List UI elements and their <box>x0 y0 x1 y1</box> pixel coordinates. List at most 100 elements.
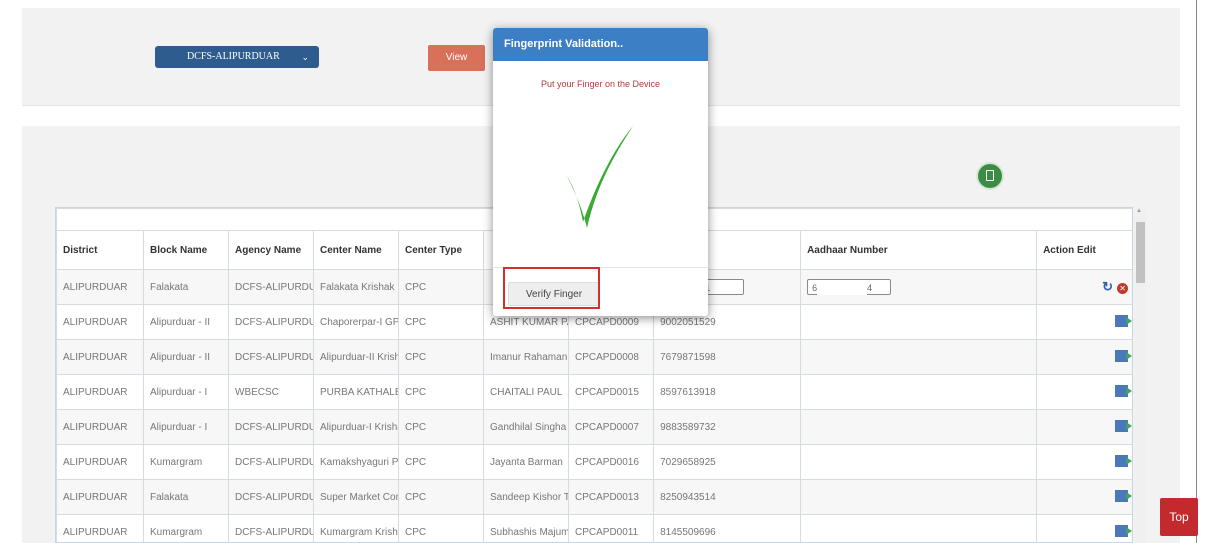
cell-mobile: 7029658925 <box>653 444 802 480</box>
table-row: ALIPURDUAR Kumargram DCFS-ALIPURDUAF Kam… <box>56 444 1132 480</box>
cell-code: CPCAPD0015 <box>567 374 655 410</box>
aadhaar-suffix: 4 <box>867 283 873 293</box>
cell-aadhaar <box>800 409 1038 445</box>
view-button[interactable]: View <box>428 45 485 71</box>
checkmark-icon <box>567 126 633 228</box>
cell-action <box>1036 479 1132 515</box>
top-strip <box>0 0 1196 8</box>
cell-block: Kumargram <box>143 444 229 480</box>
cell-action <box>1036 409 1132 445</box>
cell-mobile: 9883589732 <box>653 409 802 445</box>
refresh-icon[interactable]: ↻ <box>1102 279 1113 294</box>
cell-district: ALIPURDUAR <box>56 269 144 305</box>
table-row: ALIPURDUAR Alipurduar - II DCFS-ALIPURDU… <box>56 339 1132 375</box>
cell-action: ↻ ✕ <box>1036 269 1132 305</box>
cell-center: Super Market Compl <box>313 479 399 515</box>
cell-block: Falakata <box>143 479 229 515</box>
agency-select[interactable]: DCFS-ALIPURDUAR ⌄ <box>155 46 319 68</box>
cell-type: CPC <box>398 374 484 410</box>
col-agency-name: Agency Name <box>228 230 314 270</box>
cell-mobile: 8250943514 <box>653 479 802 515</box>
edit-icon[interactable] <box>1115 524 1132 537</box>
cell-mobile: 7679871598 <box>653 339 802 375</box>
table-row: ALIPURDUAR Alipurduar - I WBECSC PURBA K… <box>56 374 1132 410</box>
cell-type: CPC <box>398 269 484 305</box>
cell-type: CPC <box>398 444 484 480</box>
cell-agency: DCFS-ALIPURDUAF <box>228 514 314 542</box>
scrollbar-thumb[interactable] <box>1136 222 1145 283</box>
cell-code: CPCAPD0011 <box>567 514 655 542</box>
col-block-name: Block Name <box>143 230 229 270</box>
cell-district: ALIPURDUAR <box>56 444 144 480</box>
back-to-top-button[interactable]: Top <box>1160 498 1198 536</box>
cell-district: ALIPURDUAR <box>56 374 144 410</box>
cell-center: Chaporerpar-I GP Of <box>313 304 399 340</box>
cell-agency: WBECSC <box>228 374 314 410</box>
cell-center: Kumargram Krishak <box>313 514 399 542</box>
edit-icon[interactable] <box>1115 489 1132 502</box>
aadhaar-input[interactable]: 64 <box>807 279 892 295</box>
cell-action <box>1036 339 1132 375</box>
edit-icon[interactable] <box>1115 349 1132 362</box>
cell-operator: Imanur Rahaman <box>483 339 569 375</box>
chevron-down-icon: ⌄ <box>301 52 309 62</box>
cell-block: Alipurduar - I <box>143 374 229 410</box>
cell-aadhaar <box>800 444 1038 480</box>
table-row: ALIPURDUAR Falakata DCFS-ALIPURDUAF Supe… <box>56 479 1132 515</box>
cell-district: ALIPURDUAR <box>56 304 144 340</box>
cell-operator: Jayanta Barman <box>483 444 569 480</box>
table-row: ALIPURDUAR Kumargram DCFS-ALIPURDUAF Kum… <box>56 514 1132 542</box>
cell-action <box>1036 514 1132 542</box>
cell-block: Alipurduar - II <box>143 304 229 340</box>
cancel-icon[interactable]: ✕ <box>1117 283 1129 294</box>
edit-icon[interactable] <box>1115 419 1132 432</box>
cell-type: CPC <box>398 514 484 542</box>
agency-select-value: DCFS-ALIPURDUAR <box>187 51 280 62</box>
col-action-edit: Action Edit <box>1036 230 1132 270</box>
col-district: District <box>56 230 144 270</box>
cell-center: Falakata Krishak Ba: <box>313 269 399 305</box>
cell-block: Alipurduar - II <box>143 339 229 375</box>
highlight-box <box>503 267 600 309</box>
cell-agency: DCFS-ALIPURDUAF <box>228 444 314 480</box>
cell-operator: Subhashis Majumde <box>483 514 569 542</box>
cell-action <box>1036 444 1132 480</box>
cell-center: PURBA KATHALBAF <box>313 374 399 410</box>
cell-aadhaar <box>800 339 1038 375</box>
scroll-up-icon[interactable]: ▲ <box>1136 208 1142 214</box>
cell-district: ALIPURDUAR <box>56 514 144 542</box>
cell-center: Alipurduar-I Krishak I <box>313 409 399 445</box>
cell-agency: DCFS-ALIPURDUAF <box>228 409 314 445</box>
edit-icon[interactable] <box>1115 314 1132 327</box>
cell-block: Alipurduar - I <box>143 409 229 445</box>
aadhaar-mask <box>817 282 868 295</box>
cell-agency: DCFS-ALIPURDUAF <box>228 304 314 340</box>
cell-operator: Sandeep Kishor Top <box>483 479 569 515</box>
cell-code: CPCAPD0007 <box>567 409 655 445</box>
cell-code: CPCAPD0016 <box>567 444 655 480</box>
cell-aadhaar <box>800 374 1038 410</box>
cell-agency: DCFS-ALIPURDUAF <box>228 339 314 375</box>
modal-title: Fingerprint Validation.. <box>493 28 708 61</box>
cell-block: Falakata <box>143 269 229 305</box>
cell-aadhaar <box>800 514 1038 542</box>
cell-district: ALIPURDUAR <box>56 409 144 445</box>
cell-block: Kumargram <box>143 514 229 542</box>
cell-agency: DCFS-ALIPURDUAF <box>228 479 314 515</box>
cell-center: Kamakshyaguri Princ <box>313 444 399 480</box>
cell-mobile: 8597613918 <box>653 374 802 410</box>
cell-type: CPC <box>398 479 484 515</box>
cell-operator: CHAITALI PAUL <box>483 374 569 410</box>
table-caption-time: 2:52 <box>653 208 1132 231</box>
cell-type: CPC <box>398 304 484 340</box>
cell-action <box>1036 304 1132 340</box>
cell-district: ALIPURDUAR <box>56 479 144 515</box>
col-center-name: Center Name <box>313 230 399 270</box>
edit-icon[interactable] <box>1115 454 1132 467</box>
page-border <box>1196 0 1197 543</box>
cell-operator: Gandhilal Singha <box>483 409 569 445</box>
cell-aadhaar <box>800 479 1038 515</box>
excel-download-icon[interactable] <box>978 164 1002 188</box>
cell-code: CPCAPD0013 <box>567 479 655 515</box>
edit-icon[interactable] <box>1115 384 1132 397</box>
